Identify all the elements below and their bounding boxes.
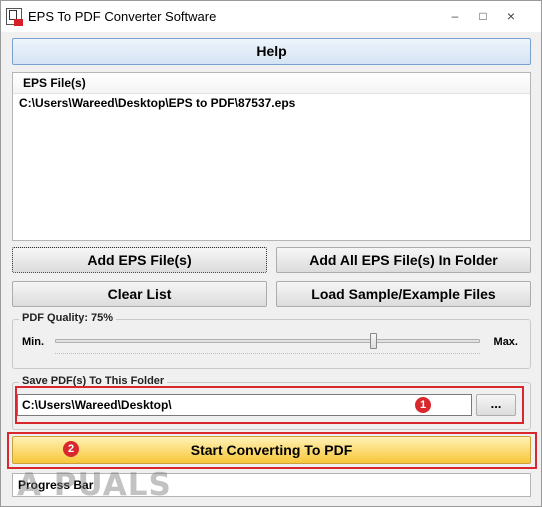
help-button[interactable]: Help bbox=[12, 38, 531, 65]
slider-min-label: Min. bbox=[22, 336, 44, 348]
eps-file-list[interactable]: EPS File(s) C:\Users\Wareed\Desktop\EPS … bbox=[12, 72, 531, 241]
title-bar[interactable]: EPS To PDF Converter Software – □ × bbox=[1, 1, 541, 32]
add-folder-button[interactable]: Add All EPS File(s) In Folder bbox=[276, 247, 531, 273]
annotation-box-2 bbox=[7, 432, 537, 469]
app-window: EPS To PDF Converter Software – □ × Help… bbox=[0, 0, 542, 507]
add-eps-files-button[interactable]: Add EPS File(s) bbox=[12, 247, 267, 273]
load-sample-button[interactable]: Load Sample/Example Files bbox=[276, 281, 531, 307]
close-icon[interactable]: × bbox=[501, 7, 521, 25]
list-column-header[interactable]: EPS File(s) bbox=[13, 73, 530, 94]
list-item[interactable]: C:\Users\Wareed\Desktop\EPS to PDF\87537… bbox=[13, 94, 530, 112]
pdf-quality-group: PDF Quality: 75% Min. Max. bbox=[12, 312, 531, 369]
clear-list-button[interactable]: Clear List bbox=[12, 281, 267, 307]
step-badge-1: 1 bbox=[415, 397, 431, 413]
appuals-watermark: A PUALS bbox=[17, 467, 172, 503]
slider-max-label: Max. bbox=[493, 336, 518, 348]
pdf-app-icon bbox=[6, 8, 23, 26]
pdf-quality-label: PDF Quality: 75% bbox=[19, 312, 117, 324]
quality-slider-track[interactable] bbox=[55, 339, 480, 343]
quality-slider-thumb[interactable] bbox=[370, 333, 378, 349]
slider-ticks bbox=[55, 353, 480, 356]
maximize-icon[interactable]: □ bbox=[473, 7, 493, 25]
minimize-icon[interactable]: – bbox=[445, 7, 465, 25]
annotation-box-1 bbox=[15, 386, 524, 424]
step-badge-2: 2 bbox=[63, 441, 79, 457]
window-title: EPS To PDF Converter Software bbox=[28, 9, 217, 24]
